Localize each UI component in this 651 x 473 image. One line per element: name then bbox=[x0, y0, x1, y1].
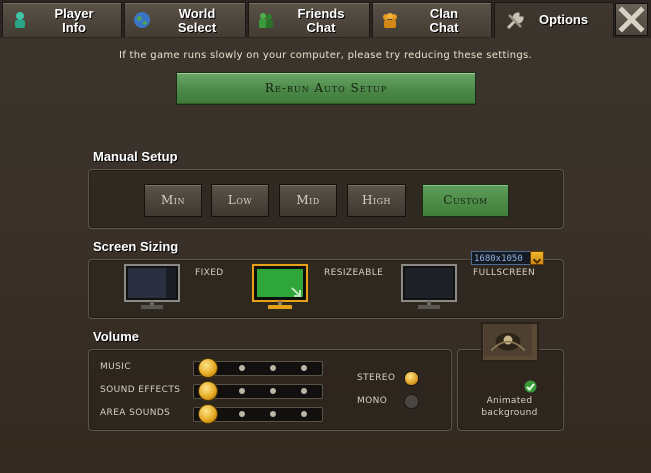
volume-title: Volume bbox=[93, 329, 139, 344]
preset-low-button[interactable]: Low bbox=[211, 184, 269, 217]
player-info-icon bbox=[15, 12, 25, 28]
tab-bar: Player Info World Select Friends Chat Clan C… bbox=[0, 0, 651, 39]
tab-world-select-label: World Select bbox=[177, 6, 217, 35]
screen-mode-fullscreen-label[interactable]: Fullscreen bbox=[473, 268, 535, 278]
area-sounds-slider-knob[interactable] bbox=[199, 405, 217, 423]
checkmark-icon bbox=[524, 380, 537, 393]
animated-background-thumbnail[interactable] bbox=[481, 322, 539, 362]
tab-options[interactable]: Options bbox=[494, 2, 614, 39]
tab-friends-chat-label: Friends Chat bbox=[297, 6, 345, 35]
preset-min-button[interactable]: Min bbox=[144, 184, 202, 217]
globe-icon bbox=[134, 12, 150, 28]
performance-hint: If the game runs slowly on your computer… bbox=[118, 50, 533, 61]
music-label: Music bbox=[100, 362, 132, 372]
area-sounds-label: Area Sounds bbox=[100, 408, 171, 418]
mono-label: Mono bbox=[357, 396, 388, 406]
preset-custom-button[interactable]: Custom bbox=[422, 184, 509, 217]
sound-effects-slider[interactable] bbox=[193, 382, 323, 400]
area-sounds-slider[interactable] bbox=[193, 405, 323, 423]
screen-mode-fixed-label[interactable]: Fixed bbox=[195, 268, 224, 278]
wrench-icon bbox=[506, 12, 524, 30]
stereo-radio[interactable] bbox=[404, 371, 419, 386]
sound-effects-label: Sound Effects bbox=[100, 385, 181, 395]
sound-effects-slider-knob[interactable] bbox=[199, 382, 217, 400]
friends-icon bbox=[259, 13, 273, 28]
tab-player-info[interactable]: Player Info bbox=[2, 2, 122, 37]
close-icon bbox=[618, 6, 645, 33]
background-preview-image bbox=[484, 324, 532, 356]
tab-friends-chat[interactable]: Friends Chat bbox=[248, 2, 370, 37]
fixed-monitor-icon[interactable] bbox=[124, 264, 180, 310]
tab-options-label: Options bbox=[539, 12, 589, 27]
clan-icon bbox=[383, 13, 397, 28]
resizeable-monitor-icon[interactable] bbox=[252, 264, 308, 310]
tab-world-select[interactable]: World Select bbox=[124, 2, 246, 37]
tab-clan-chat[interactable]: Clan Chat bbox=[372, 2, 492, 37]
chevron-down-icon bbox=[532, 258, 542, 264]
music-slider-knob[interactable] bbox=[199, 359, 217, 377]
preset-mid-button[interactable]: Mid bbox=[279, 184, 337, 217]
resolution-dropdown-button[interactable] bbox=[530, 251, 544, 265]
screen-mode-resizeable-label[interactable]: Resizeable bbox=[324, 268, 383, 278]
stereo-label: Stereo bbox=[357, 373, 396, 383]
screen-sizing-title: Screen Sizing bbox=[93, 239, 179, 254]
rerun-auto-setup-button[interactable]: Re-run Auto Setup bbox=[176, 72, 476, 105]
preset-high-button[interactable]: High bbox=[347, 184, 406, 217]
mono-radio[interactable] bbox=[404, 394, 419, 409]
tab-player-info-label: Player Info bbox=[54, 6, 94, 35]
fullscreen-monitor-icon[interactable] bbox=[401, 264, 457, 310]
music-slider[interactable] bbox=[193, 359, 323, 377]
manual-setup-title: Manual Setup bbox=[93, 149, 178, 164]
animated-background-label: Animated background bbox=[481, 396, 538, 418]
close-button[interactable] bbox=[615, 3, 648, 36]
tab-clan-chat-label: Clan Chat bbox=[429, 6, 459, 35]
